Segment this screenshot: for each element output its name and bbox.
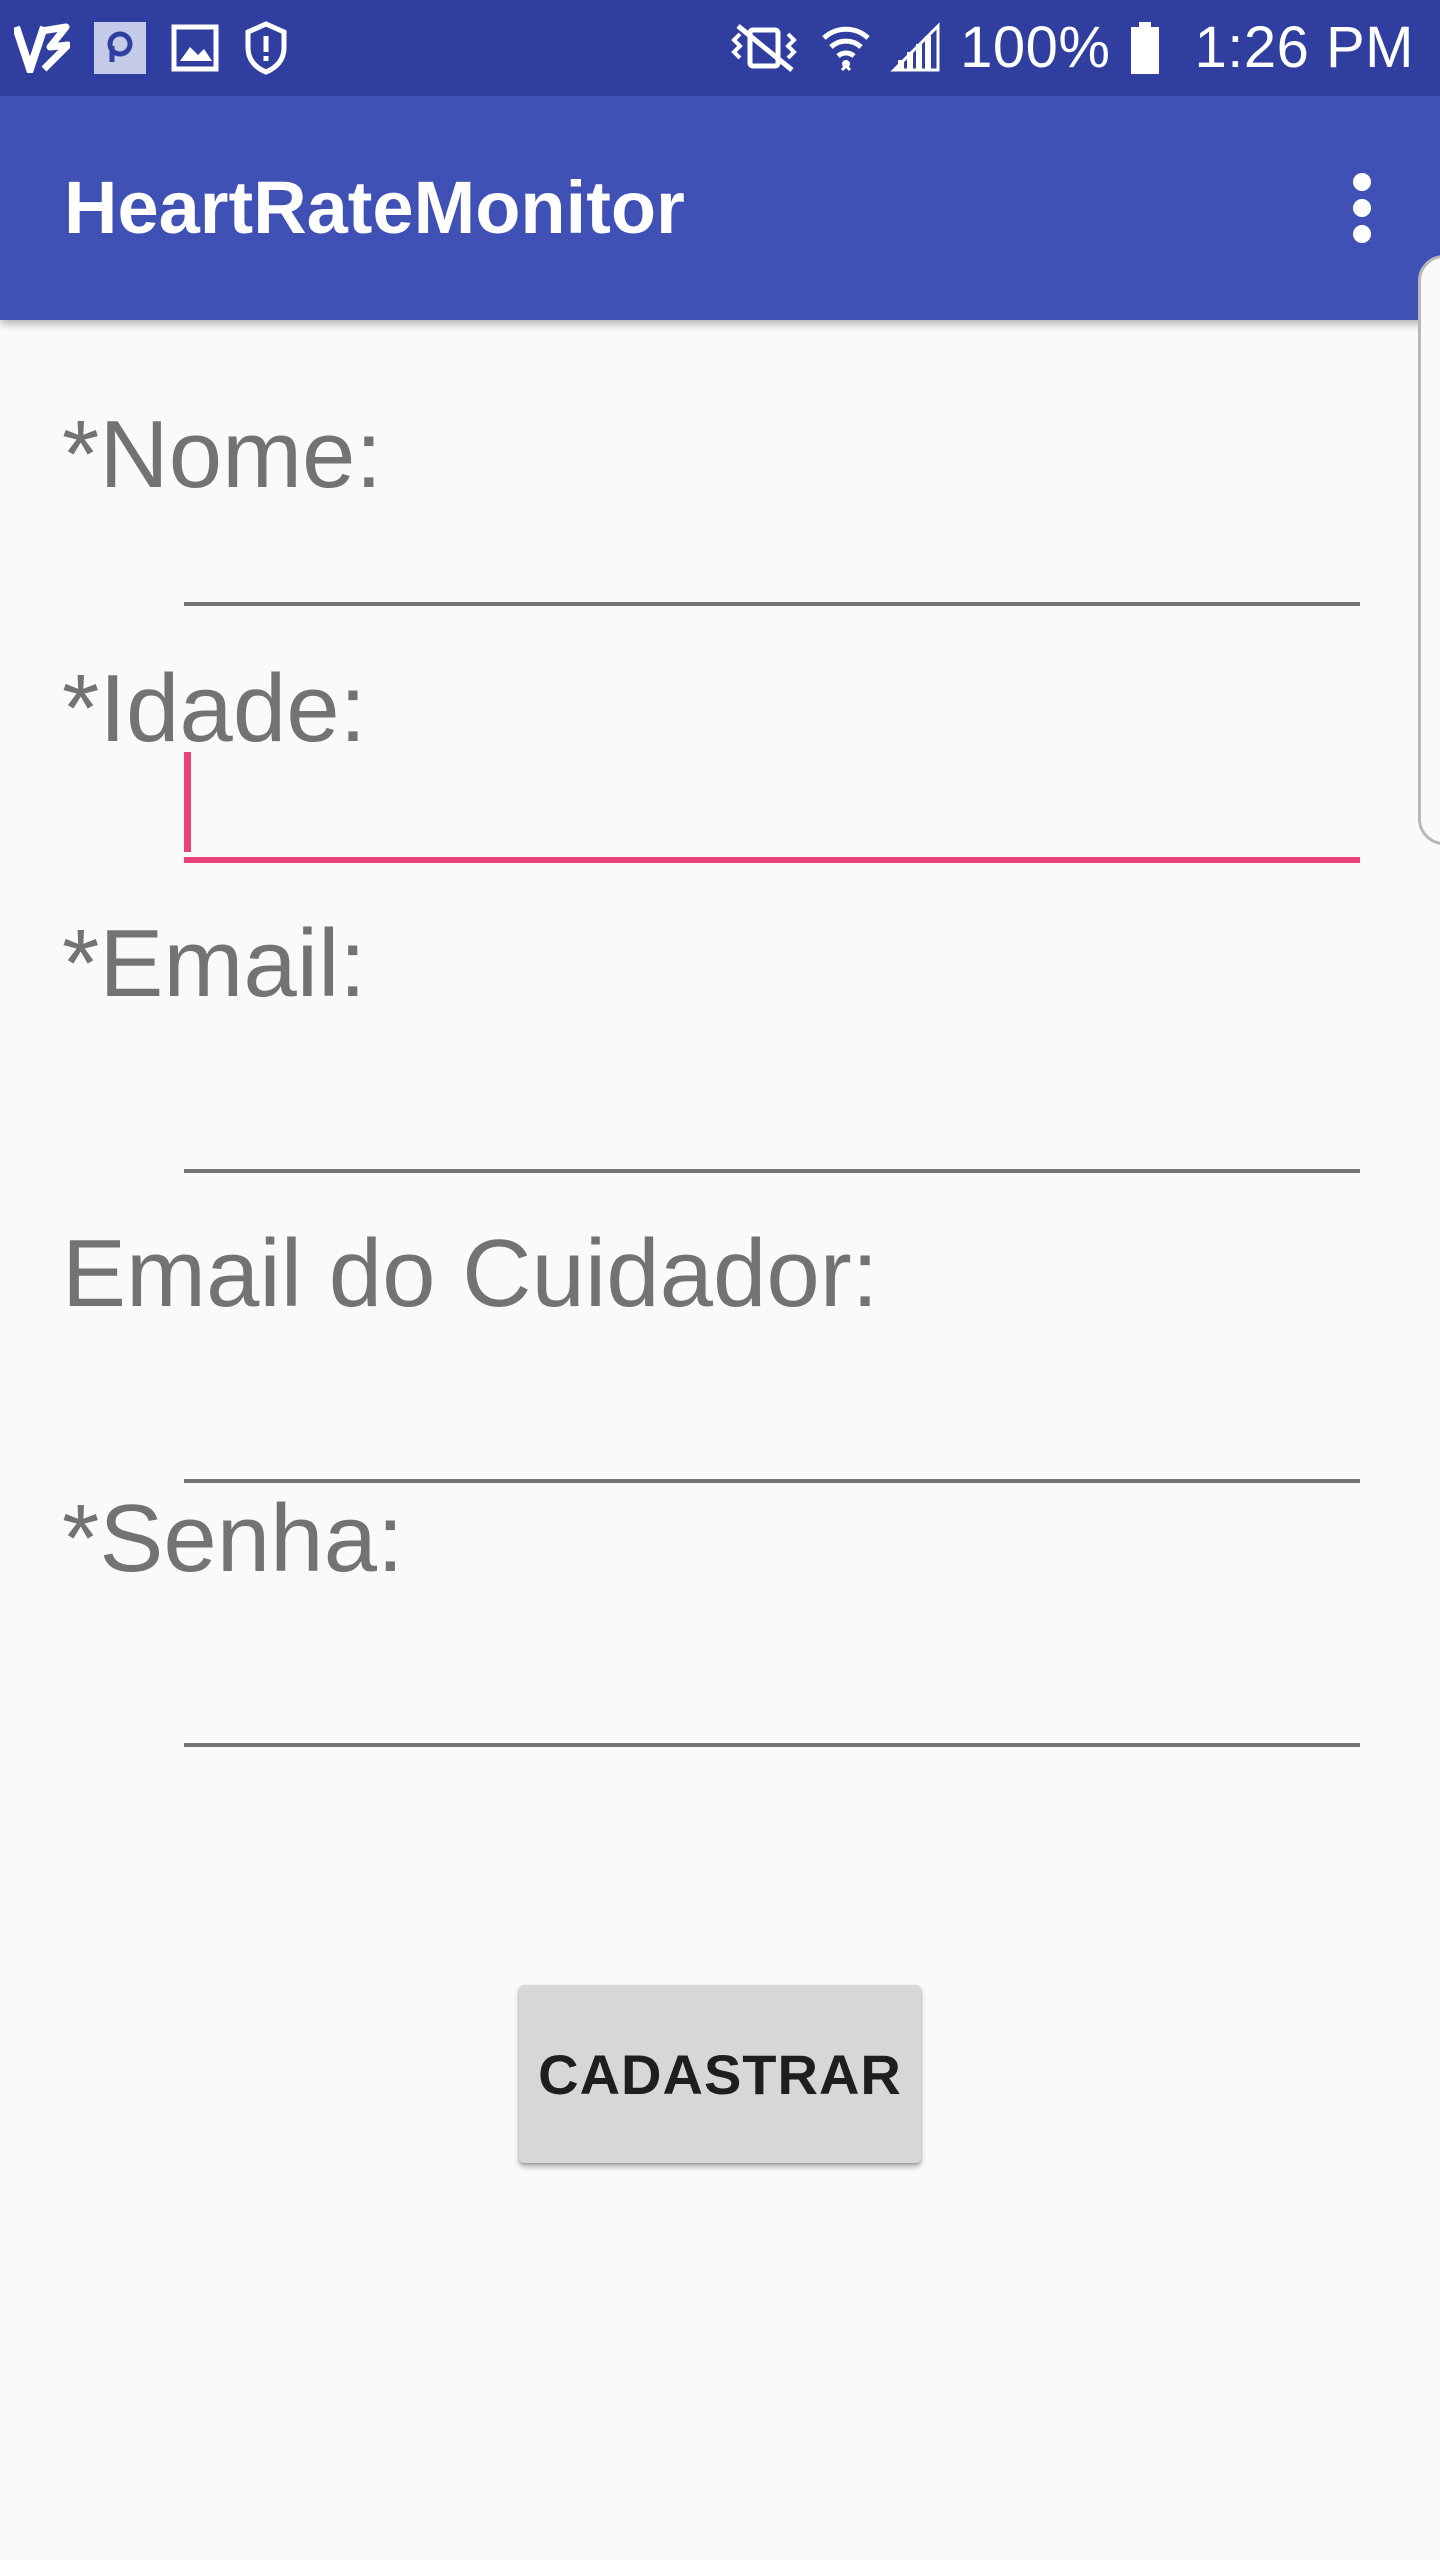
battery-icon: [1129, 20, 1161, 76]
caregiver-email-label: Email do Cuidador:: [62, 1220, 879, 1327]
name-input[interactable]: [184, 496, 1360, 606]
password-input[interactable]: [184, 1637, 1360, 1747]
gallery-icon: [170, 23, 220, 73]
vibrate-mute-icon: [726, 20, 802, 76]
more-vertical-icon: [1353, 173, 1371, 243]
clock: 1:26 PM: [1194, 15, 1414, 80]
app-title: HeartRateMonitor: [64, 166, 685, 249]
system-status-icons: 100% 1:26 PM: [726, 12, 1414, 84]
age-input[interactable]: [184, 753, 1360, 863]
email-input[interactable]: [184, 1063, 1360, 1173]
text-cursor: [184, 752, 191, 852]
name-label: *Nome:: [62, 401, 383, 508]
cellular-signal-icon: [890, 22, 942, 74]
password-label: *Senha:: [62, 1485, 404, 1592]
security-shield-icon: [242, 20, 290, 76]
age-label: *Idade:: [62, 655, 367, 762]
app-notification-icon: [92, 20, 148, 76]
overflow-menu-button[interactable]: [1306, 152, 1418, 264]
vpn-app-icon: [14, 23, 70, 73]
battery-percent: 100%: [960, 15, 1111, 80]
caregiver-email-input[interactable]: [184, 1373, 1360, 1483]
email-label: *Email:: [62, 910, 367, 1017]
app-bar: HeartRateMonitor: [0, 96, 1440, 320]
status-bar: 100% 1:26 PM: [0, 0, 1440, 96]
register-button[interactable]: CADASTRAR: [519, 1985, 921, 2163]
edge-panel-handle[interactable]: [1418, 255, 1440, 845]
wifi-icon: [820, 20, 872, 76]
notification-icons: [14, 16, 290, 80]
